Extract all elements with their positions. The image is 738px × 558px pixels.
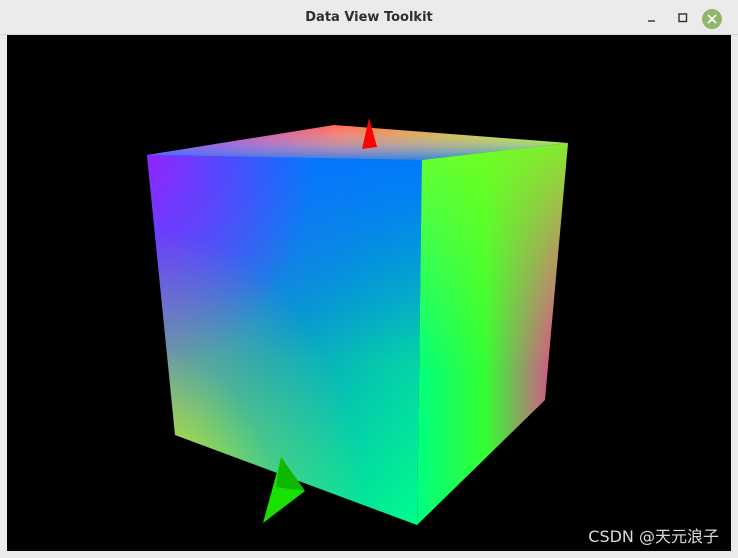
close-icon bbox=[707, 14, 717, 24]
maximize-icon bbox=[678, 13, 688, 23]
cube-scene bbox=[147, 118, 568, 525]
render-viewport[interactable]: CSDN @天元浪子 bbox=[7, 35, 731, 551]
minimize-button[interactable] bbox=[644, 10, 660, 26]
window-title: Data View Toolkit bbox=[305, 10, 433, 25]
minimize-icon bbox=[648, 20, 655, 22]
title-bar[interactable]: Data View Toolkit bbox=[0, 0, 738, 35]
maximize-button[interactable] bbox=[675, 10, 691, 26]
close-button[interactable] bbox=[702, 9, 722, 29]
watermark-text: CSDN @天元浪子 bbox=[588, 527, 719, 546]
app-window: Data View Toolkit CSDN @天元浪子 bbox=[0, 0, 738, 558]
